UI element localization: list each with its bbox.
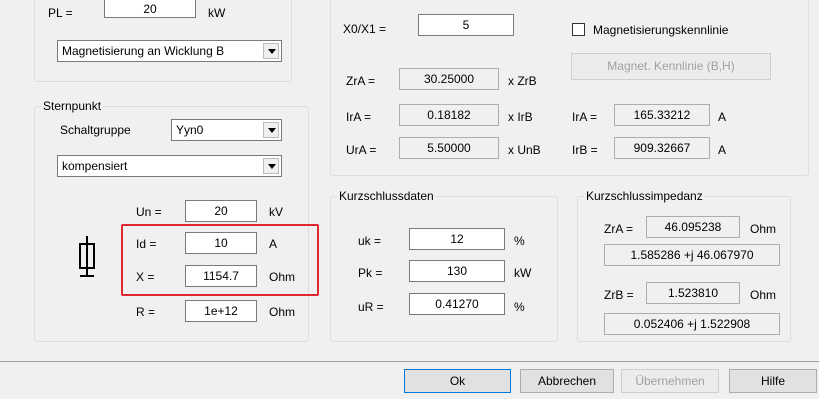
kurzschlussimpedanz-legend: Kurzschlussimpedanz: [584, 189, 705, 203]
zrb-imp-unit: Ohm: [750, 288, 777, 302]
irb-abs-value: 909.32667: [614, 137, 710, 159]
ur-unit: %: [514, 300, 525, 314]
uk-input[interactable]: 12: [409, 228, 505, 250]
ira-abs-unit: A: [718, 110, 727, 124]
zrb-imp-label: ZrB =: [604, 288, 634, 302]
help-button[interactable]: Hilfe: [729, 369, 817, 393]
sternpunkt-mode-select[interactable]: kompensiert: [57, 155, 282, 177]
un-input[interactable]: 20: [185, 200, 257, 222]
magnetization-select[interactable]: Magnetisierung an Wicklung B: [57, 40, 282, 62]
ura-ratio-label: UrA =: [346, 143, 377, 157]
un-unit: kV: [269, 205, 284, 219]
apply-button[interactable]: Übernehmen: [621, 369, 719, 393]
magnet-curve-label: Magnetisierungskennlinie: [593, 23, 729, 37]
sternpunkt-mode-value: kompensiert: [62, 159, 128, 173]
pk-label: Pk =: [358, 266, 383, 280]
un-label: Un =: [136, 205, 162, 219]
r-input[interactable]: 1e+12: [185, 300, 257, 322]
uk-label: uk =: [358, 234, 382, 248]
zra-ratio-value: 30.25000: [399, 68, 499, 90]
ur-input[interactable]: 0.41270: [409, 293, 505, 315]
zra-imp-complex: 1.585286 +j 46.067970: [604, 244, 780, 266]
chevron-down-icon[interactable]: [263, 122, 279, 138]
chevron-down-icon[interactable]: [263, 158, 279, 174]
ira-ratio-value: 0.18182: [399, 104, 499, 126]
pl-label: PL =: [48, 6, 73, 20]
zrb-imp-complex: 0.052406 +j 1.522908: [604, 313, 780, 335]
ura-ratio-value: 5.50000: [399, 137, 499, 159]
pk-unit: kW: [514, 266, 532, 280]
kurzschlussdaten-legend: Kurzschlussdaten: [337, 189, 436, 203]
highlight-box: [121, 224, 319, 296]
zra-imp-label: ZrA =: [604, 222, 634, 236]
ira-abs-value: 165.33212: [614, 104, 710, 126]
ira-ratio-unit: x IrB: [508, 110, 533, 124]
ira-abs-label: IrA =: [572, 110, 598, 124]
ura-ratio-unit: x UnB: [508, 143, 541, 157]
schaltgruppe-label: Schaltgruppe: [60, 123, 131, 137]
uk-unit: %: [514, 234, 525, 248]
x0x1-input[interactable]: 5: [418, 14, 514, 36]
chevron-down-icon[interactable]: [263, 43, 279, 59]
pk-input[interactable]: 130: [409, 260, 505, 282]
schaltgruppe-value: Yyn0: [176, 123, 204, 137]
ok-button[interactable]: Ok: [404, 369, 511, 393]
zra-imp-value: 46.095238: [646, 216, 740, 238]
ur-label: uR =: [358, 300, 384, 314]
pl-unit: kW: [208, 6, 226, 20]
r-label: R =: [136, 305, 156, 319]
magnetization-select-value: Magnetisierung an Wicklung B: [62, 44, 225, 58]
zra-imp-unit: Ohm: [750, 222, 777, 236]
zrb-imp-value: 1.523810: [646, 282, 740, 304]
r-unit: Ohm: [269, 305, 296, 319]
zra-ratio-unit: x ZrB: [508, 74, 537, 88]
cancel-button[interactable]: Abbrechen: [520, 369, 614, 393]
magnet-curve-button[interactable]: Magnet. Kennlinie (B,H): [571, 53, 771, 80]
irb-abs-label: IrB =: [572, 143, 598, 157]
x0x1-label: X0/X1 =: [343, 22, 387, 36]
zra-ratio-label: ZrA =: [346, 74, 376, 88]
schaltgruppe-select[interactable]: Yyn0: [171, 119, 282, 141]
sternpunkt-legend: Sternpunkt: [41, 99, 104, 113]
magnet-curve-checkbox[interactable]: [572, 23, 585, 36]
pl-input[interactable]: 20: [104, 0, 196, 18]
bottom-separator: [0, 361, 819, 362]
irb-abs-unit: A: [718, 143, 727, 157]
ira-ratio-label: IrA =: [346, 110, 372, 124]
grounding-coil-icon: [79, 236, 95, 277]
